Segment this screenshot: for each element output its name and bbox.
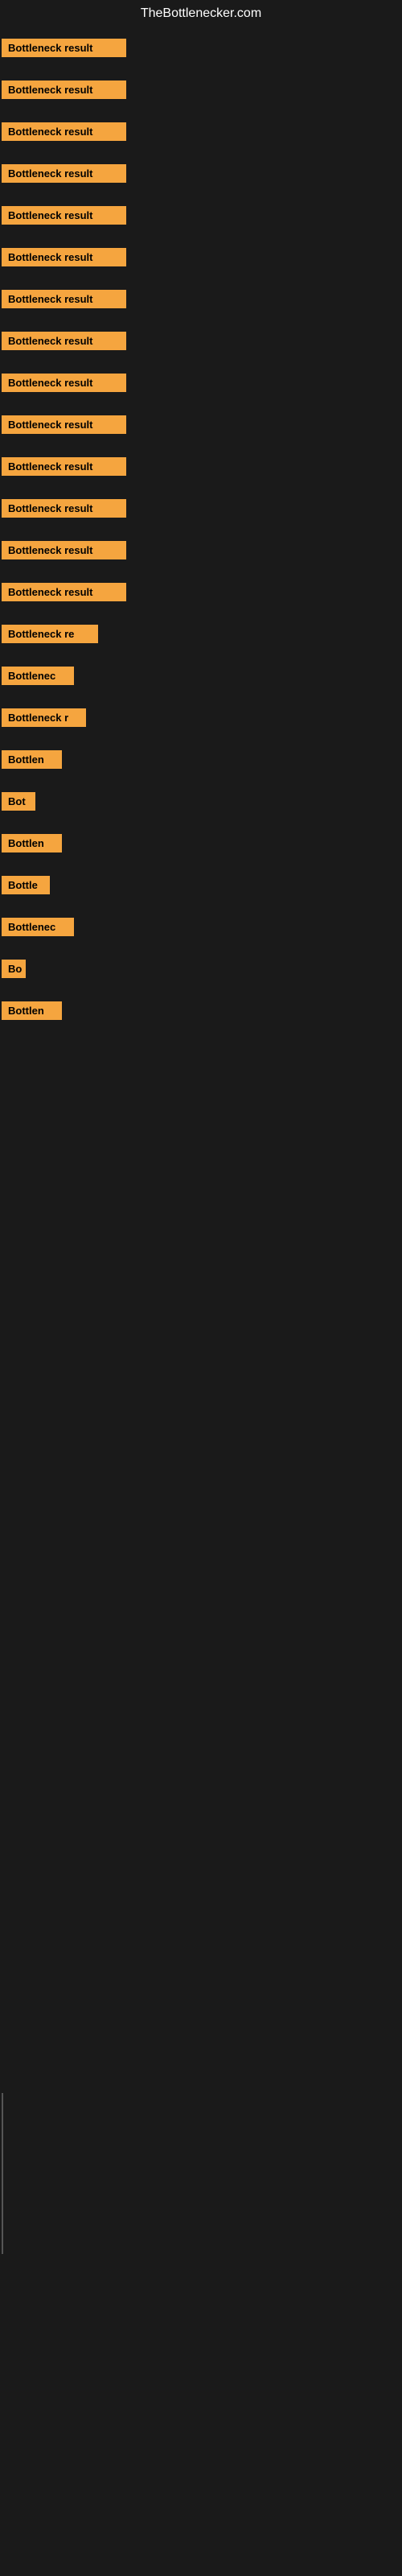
bar-row: Bottleneck r <box>0 699 402 741</box>
bottleneck-bar[interactable]: Bot <box>2 792 35 811</box>
bar-row: Bottlen <box>0 824 402 866</box>
bar-row: Bottleneck result <box>0 322 402 364</box>
bar-row: Bottleneck result <box>0 29 402 71</box>
bottleneck-bar[interactable]: Bottleneck result <box>2 290 126 308</box>
bottleneck-bar[interactable]: Bottlen <box>2 750 62 769</box>
bottleneck-bar[interactable]: Bottlenec <box>2 918 74 936</box>
bottleneck-bar[interactable]: Bottleneck re <box>2 625 98 643</box>
bar-row: Bottleneck result <box>0 71 402 113</box>
bottleneck-bar[interactable]: Bottlenec <box>2 667 74 685</box>
bar-row: Bottleneck re <box>0 615 402 657</box>
bottleneck-bar[interactable]: Bottleneck result <box>2 457 126 476</box>
bar-row: Bottleneck result <box>0 238 402 280</box>
bottleneck-bar[interactable]: Bottleneck result <box>2 206 126 225</box>
bar-row: Bottleneck result <box>0 196 402 238</box>
bar-row: Bottlen <box>0 741 402 782</box>
bottleneck-bar[interactable]: Bottleneck result <box>2 541 126 559</box>
bar-row: Bottleneck result <box>0 448 402 489</box>
bar-row: Bo <box>0 950 402 992</box>
bottleneck-bar[interactable]: Bottleneck result <box>2 80 126 99</box>
bar-row: Bottleneck result <box>0 155 402 196</box>
vertical-line <box>2 2093 3 2254</box>
bar-row: Bottleneck result <box>0 531 402 573</box>
bottleneck-bar[interactable]: Bottlen <box>2 834 62 852</box>
bar-row: Bottleneck result <box>0 280 402 322</box>
bottleneck-bar[interactable]: Bottle <box>2 876 50 894</box>
bottleneck-bar[interactable]: Bottleneck result <box>2 415 126 434</box>
bottleneck-bar[interactable]: Bottleneck result <box>2 583 126 601</box>
bar-row: Bottlenec <box>0 908 402 950</box>
bottleneck-bar[interactable]: Bottleneck result <box>2 164 126 183</box>
bar-row: Bottleneck result <box>0 364 402 406</box>
bottleneck-bar[interactable]: Bo <box>2 960 26 978</box>
bar-row: Bottleneck result <box>0 113 402 155</box>
bar-row: Bottleneck result <box>0 573 402 615</box>
bottleneck-bar[interactable]: Bottleneck result <box>2 248 126 266</box>
bar-row: Bottlen <box>0 992 402 1034</box>
bottleneck-bar[interactable]: Bottleneck result <box>2 499 126 518</box>
bar-row: Bot <box>0 782 402 824</box>
bottleneck-bar[interactable]: Bottleneck result <box>2 122 126 141</box>
bottleneck-bar[interactable]: Bottlen <box>2 1001 62 1020</box>
bottleneck-bar[interactable]: Bottleneck result <box>2 332 126 350</box>
bars-container: Bottleneck result Bottleneck result Bottle… <box>0 29 402 1034</box>
site-title: TheBottlenecker.com <box>0 0 402 29</box>
bar-row: Bottle <box>0 866 402 908</box>
bar-row: Bottleneck result <box>0 406 402 448</box>
bottleneck-bar[interactable]: Bottleneck r <box>2 708 86 727</box>
bottleneck-bar[interactable]: Bottleneck result <box>2 374 126 392</box>
bar-row: Bottlenec <box>0 657 402 699</box>
bottleneck-bar[interactable]: Bottleneck result <box>2 39 126 57</box>
bar-row: Bottleneck result <box>0 489 402 531</box>
